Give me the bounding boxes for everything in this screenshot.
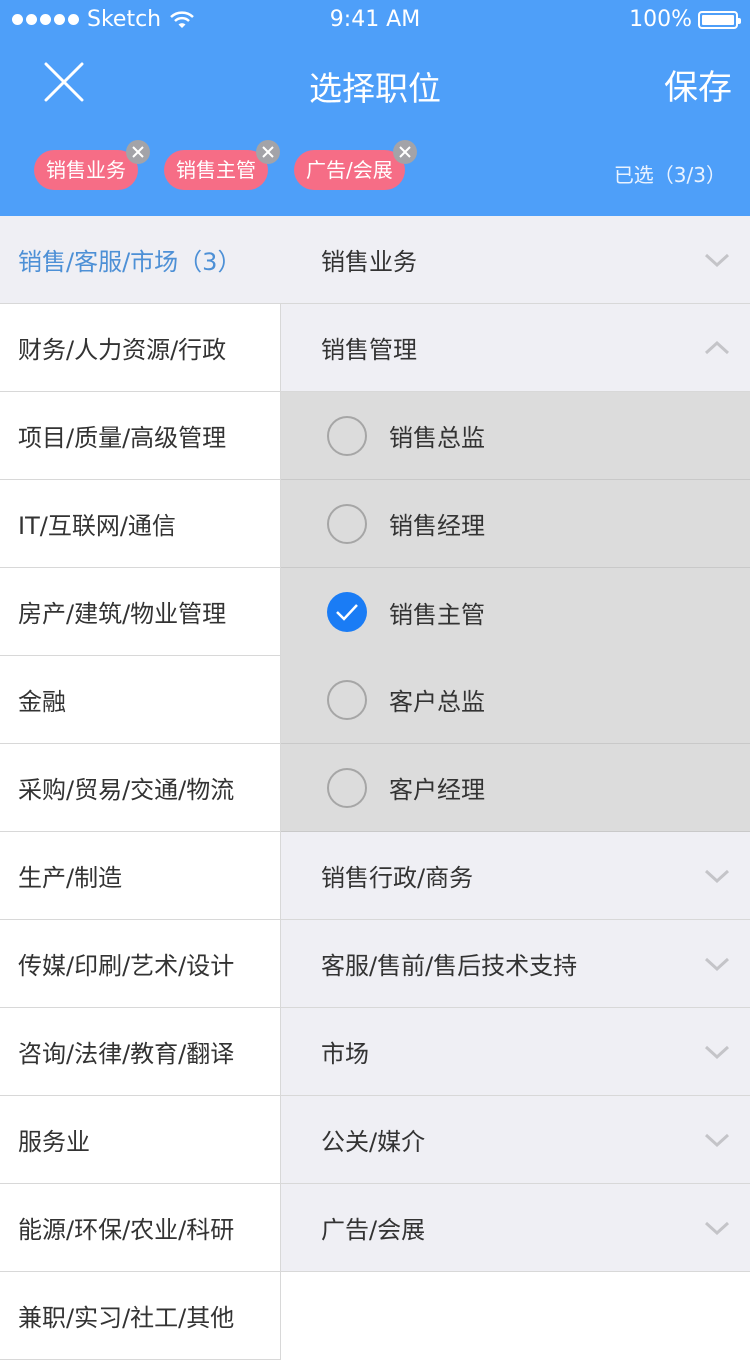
position-option[interactable]: 销售经理 — [281, 480, 750, 568]
position-option[interactable]: 客户总监 — [281, 656, 750, 744]
selected-chip: 销售主管 — [164, 140, 280, 190]
option-label: 客户总监 — [389, 688, 485, 716]
option-label: 销售主管 — [389, 600, 485, 629]
chevron-down-icon — [704, 869, 730, 884]
chevron-down-icon — [704, 1221, 730, 1236]
chevron-down-icon — [704, 253, 730, 268]
radio-checked[interactable] — [327, 592, 367, 632]
position-options: 销售总监 销售经理 销售主管 客户总监 客户经理 — [281, 392, 750, 832]
selected-chip: 广告/会展 — [294, 140, 417, 190]
position-option[interactable]: 销售总监 — [281, 392, 750, 480]
close-icon — [399, 146, 411, 158]
category-item[interactable]: IT/互联网/通信 — [0, 480, 281, 568]
subcategory-label: 销售行政/商务 — [321, 864, 474, 892]
category-item[interactable]: 传媒/印刷/艺术/设计 — [0, 920, 281, 1008]
category-item[interactable]: 金融 — [0, 656, 281, 744]
radio-unchecked[interactable] — [327, 503, 367, 544]
subcategory-item[interactable]: 市场 — [281, 1008, 750, 1096]
top-header: Sketch 9:41 AM 100% 选择职位 保存 销售业务 销售主管 广告… — [0, 0, 750, 216]
category-item[interactable]: 项目/质量/高级管理 — [0, 392, 281, 480]
subcategory-item[interactable]: 客服/售前/售后技术支持 — [281, 920, 750, 1008]
option-label: 销售经理 — [389, 512, 485, 540]
close-icon — [262, 146, 274, 158]
battery-icon — [698, 10, 741, 29]
category-list: 销售/客服/市场（3） 财务/人力资源/行政 项目/质量/高级管理 IT/互联网… — [0, 216, 281, 1360]
check-icon — [336, 604, 358, 621]
chevron-down-icon — [704, 1133, 730, 1148]
chip-label: 广告/会展 — [306, 158, 393, 182]
category-item[interactable]: 房产/建筑/物业管理 — [0, 568, 281, 656]
chip-label: 销售业务 — [46, 158, 126, 182]
remove-chip-button[interactable] — [126, 140, 150, 164]
subcategory-label: 销售业务 — [321, 248, 417, 276]
chevron-up-icon — [704, 340, 730, 355]
category-item[interactable]: 服务业 — [0, 1096, 281, 1184]
category-item[interactable]: 兼职/实习/社工/其他 — [0, 1272, 281, 1360]
position-option[interactable]: 销售主管 — [281, 568, 750, 656]
chevron-down-icon — [704, 1045, 730, 1060]
category-item[interactable]: 生产/制造 — [0, 832, 281, 920]
subcategory-list: 销售业务 销售管理 销售总监 销售经理 销售主管 客户总监 客户经理 销售行政/… — [281, 216, 750, 1352]
chip-label: 销售主管 — [176, 158, 256, 182]
subcategory-label: 市场 — [321, 1040, 369, 1068]
status-bar: Sketch 9:41 AM 100% — [0, 0, 750, 40]
category-item[interactable]: 能源/环保/农业/科研 — [0, 1184, 281, 1272]
subcategory-item[interactable]: 广告/会展 — [281, 1184, 750, 1272]
category-item[interactable]: 咨询/法律/教育/翻译 — [0, 1008, 281, 1096]
close-icon — [132, 146, 144, 158]
radio-unchecked[interactable] — [327, 679, 367, 720]
selection-count: 已选（3/3） — [613, 163, 726, 187]
position-option[interactable]: 客户经理 — [281, 744, 750, 832]
subcategory-label: 广告/会展 — [321, 1216, 426, 1244]
empty-area — [281, 1272, 750, 1352]
subcategory-item[interactable]: 公关/媒介 — [281, 1096, 750, 1184]
selected-chips: 销售业务 销售主管 广告/会展 — [34, 140, 431, 190]
chevron-down-icon — [704, 957, 730, 972]
option-label: 销售总监 — [389, 424, 485, 452]
category-item[interactable]: 销售/客服/市场（3） — [0, 216, 281, 304]
subcategory-item-expanded[interactable]: 销售管理 — [281, 304, 750, 392]
category-item[interactable]: 采购/贸易/交通/物流 — [0, 744, 281, 832]
save-button[interactable]: 保存 — [664, 60, 732, 109]
category-item[interactable]: 财务/人力资源/行政 — [0, 304, 281, 392]
radio-unchecked[interactable] — [327, 415, 367, 456]
subcategory-item[interactable]: 销售业务 — [281, 216, 750, 304]
close-icon — [44, 62, 84, 102]
option-label: 客户经理 — [389, 776, 485, 804]
subcategory-label: 销售管理 — [321, 336, 417, 364]
battery-percent: 100% — [629, 7, 692, 32]
subcategory-item[interactable]: 销售行政/商务 — [281, 832, 750, 920]
remove-chip-button[interactable] — [392, 140, 417, 164]
subcategory-label: 公关/媒介 — [321, 1128, 426, 1156]
radio-unchecked[interactable] — [327, 767, 367, 808]
close-button[interactable] — [44, 62, 84, 102]
selected-chip: 销售业务 — [34, 140, 150, 190]
page-title: 选择职位 — [309, 69, 441, 108]
subcategory-label: 客服/售前/售后技术支持 — [321, 952, 578, 980]
remove-chip-button[interactable] — [256, 140, 280, 164]
